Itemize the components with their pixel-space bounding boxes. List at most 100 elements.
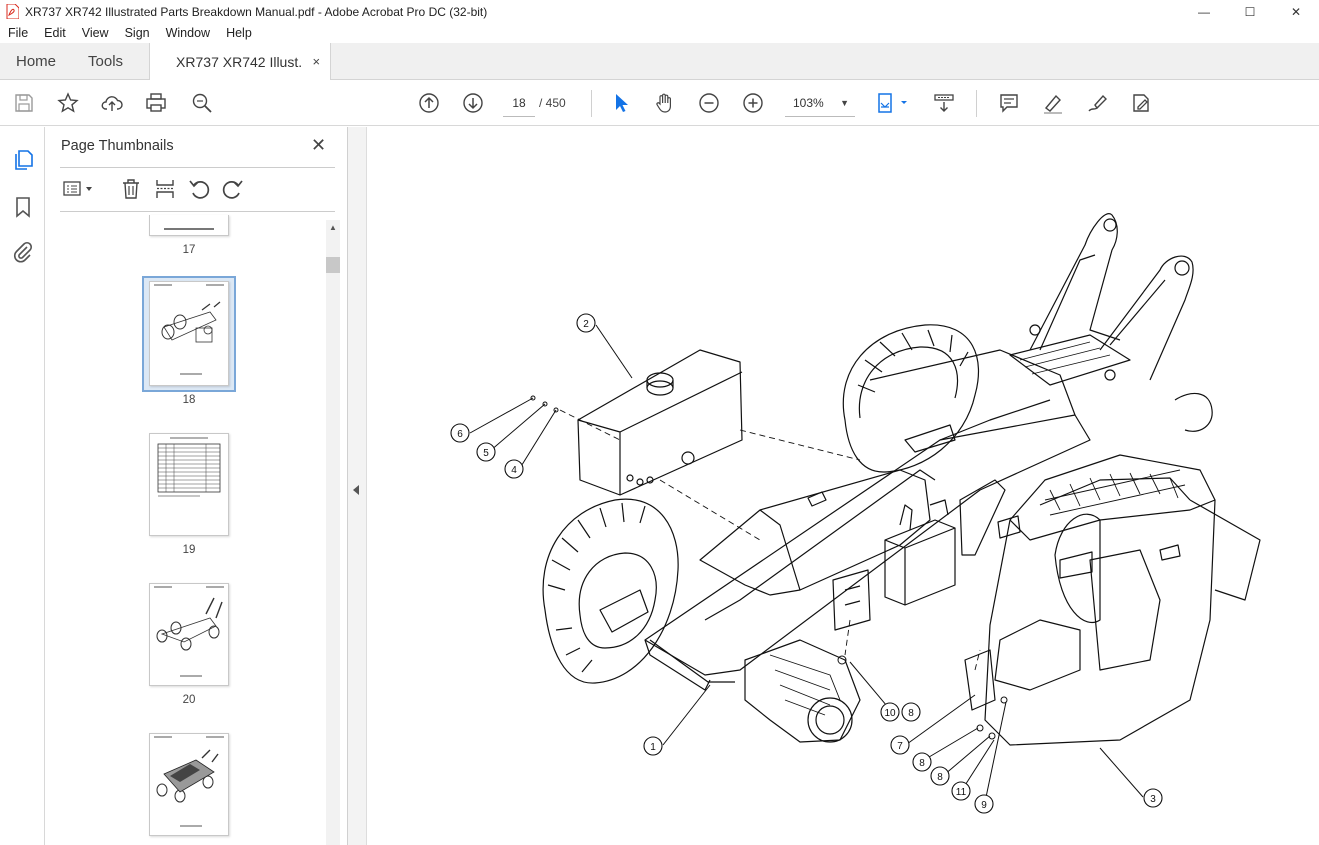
callout-11: 11 [951,781,971,801]
select-cursor-icon[interactable] [609,91,633,115]
callout-4: 4 [504,459,524,479]
zoom-level-select[interactable]: 103% ▼ [785,89,855,117]
insert-page-icon[interactable] [154,177,176,201]
previous-page-icon[interactable] [417,91,441,115]
scroll-up-arrow-icon[interactable]: ▲ [329,223,337,232]
callout-7: 7 [890,735,910,755]
mounting-bracket [832,569,996,711]
callout-8c: 8 [930,766,950,786]
maximize-button[interactable]: ☐ [1227,0,1273,23]
callout-10: 10 [880,702,900,722]
collapse-arrow-icon [353,485,359,495]
svg-text:9: 9 [981,800,987,811]
next-page-icon[interactable] [461,91,485,115]
callout-5: 5 [476,442,496,462]
save-icon[interactable] [12,91,36,115]
front-left-tire [542,498,679,684]
find-zoom-icon[interactable] [190,91,214,115]
page-total: / 450 [539,96,566,110]
menu-bar: File Edit View Sign Window Help [0,23,1319,43]
svg-text:4: 4 [511,465,517,476]
menu-view[interactable]: View [74,26,117,40]
thumbnail-page[interactable] [149,281,229,386]
tab-home[interactable]: Home [0,43,72,80]
svg-text:1: 1 [650,742,656,753]
parts-breakdown-drawing: 1 2 3 4 5 6 7 8 8 8 9 10 11 [450,213,1261,814]
page-number-input[interactable]: 18 [503,89,535,117]
panel-divider [60,211,335,212]
thumbnail-options-icon[interactable] [62,177,96,201]
rotate-left-icon[interactable] [188,177,210,201]
zoom-in-icon[interactable] [741,91,765,115]
page-thumbnails-panel: Page Thumbnails ✕ 17 18 19 20 ▲ [45,127,348,845]
bookmark-star-icon[interactable] [56,91,80,115]
menu-file[interactable]: File [0,26,36,40]
scroll-mode-icon[interactable] [932,91,956,115]
thumbnail-page[interactable] [149,215,229,236]
hand-tool-icon[interactable] [653,91,677,115]
fuel-tank [577,349,743,496]
draw-tool-icon[interactable] [1085,91,1109,115]
svg-text:5: 5 [483,448,489,459]
rotate-right-icon[interactable] [222,177,244,201]
comment-icon[interactable] [997,91,1021,115]
scrollbar-thumb[interactable] [326,257,340,273]
chassis-frame [644,349,1091,691]
toolbar-divider [976,90,977,117]
thumbnail-page[interactable] [149,583,229,686]
close-tab-icon[interactable]: × [312,54,320,69]
hardware-parts [530,395,1008,740]
rear-left-tire [842,324,980,473]
thumbnail-drawing-19 [157,437,221,497]
thumbnail-drawing-18 [154,284,224,375]
fit-page-icon[interactable] [876,91,912,115]
svg-text:7: 7 [897,741,903,752]
callout-2: 2 [576,313,596,333]
panel-title: Page Thumbnails [61,138,174,154]
panel-divider [60,167,335,168]
svg-text:8: 8 [908,708,914,719]
alignment-lines [559,409,981,671]
print-icon[interactable] [144,91,168,115]
attachments-paperclip-icon[interactable] [11,240,35,264]
window-title: XR737 XR742 Illustrated Parts Breakdown … [25,4,488,19]
zoom-out-icon[interactable] [697,91,721,115]
title-bar: XR737 XR742 Illustrated Parts Breakdown … [0,0,1319,23]
tab-document[interactable]: XR737 XR742 Illust... × [149,43,332,80]
menu-edit[interactable]: Edit [36,26,74,40]
menu-sign[interactable]: Sign [117,26,158,40]
svg-text:10: 10 [884,708,896,719]
document-tab-title: XR737 XR742 Illust... [176,53,303,70]
page-thumbnails-icon[interactable] [11,148,35,172]
svg-text:3: 3 [1150,794,1156,805]
callout-8b: 8 [912,752,932,772]
document-view[interactable]: 1 2 3 4 5 6 7 8 8 8 9 10 11 [367,127,1319,845]
svg-text:8: 8 [937,772,943,783]
chevron-down-icon: ▼ [840,98,849,108]
operator-cab [984,454,1261,746]
thumbnail-scrollbar[interactable]: ▲ [326,220,340,845]
menu-window[interactable]: Window [158,26,218,40]
highlight-pen-icon[interactable] [1041,91,1065,115]
menu-help[interactable]: Help [218,26,260,40]
thumbnail-page-number: 19 [182,544,196,556]
fill-sign-icon[interactable] [1129,91,1153,115]
thumbnail-page[interactable] [149,733,229,836]
tab-tools[interactable]: Tools [72,43,139,80]
thumbnail-page-number: 17 [182,244,196,256]
svg-text:8: 8 [919,758,925,769]
panel-collapse-handle[interactable] [348,127,367,845]
delete-page-icon[interactable] [120,177,142,201]
bookmarks-icon[interactable] [11,195,35,219]
callout-1: 1 [643,736,663,756]
upload-cloud-icon[interactable] [100,91,124,115]
thumbnail-page-number: 18 [182,394,196,406]
callout-8a: 8 [901,702,921,722]
thumbnail-toolbar [60,177,335,203]
close-window-button[interactable]: ✕ [1273,0,1319,23]
thumbnail-page[interactable] [149,433,229,536]
leader-lines [469,324,1144,803]
minimize-button[interactable]: — [1181,0,1227,23]
thumbnail-drawing-21 [154,736,224,827]
close-panel-icon[interactable]: ✕ [311,135,326,156]
